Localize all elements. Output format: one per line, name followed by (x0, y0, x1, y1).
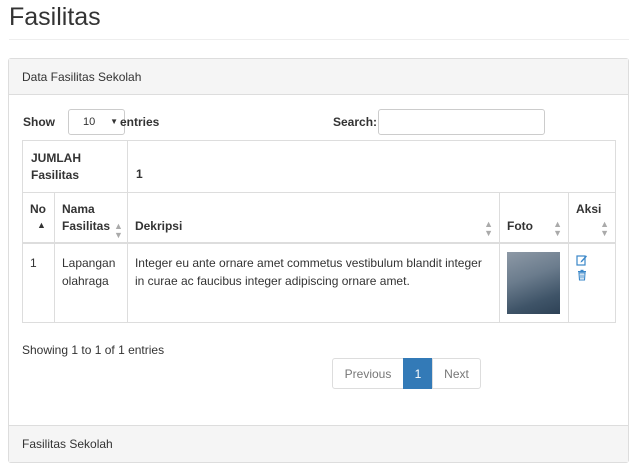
column-header-dekripsi[interactable]: Dekripsi ▲ ▼ (126, 192, 501, 244)
summary-table: JUMLAH Fasilitas 1 (22, 140, 616, 193)
chevron-down-icon: ▼ (110, 117, 118, 126)
cell-deskripsi: Integer eu ante ornare amet commetus ves… (126, 242, 501, 323)
sort-icon: ▲ ▼ (484, 219, 493, 238)
column-header-dekripsi-label: Dekripsi (134, 219, 183, 233)
pagination-page-1[interactable]: 1 (403, 358, 433, 389)
cell-no: 1 (22, 242, 55, 323)
panel-footer: Fasilitas Sekolah (9, 425, 628, 462)
column-header-nama[interactable]: Nama Fasilitas ▲ ▼ (53, 192, 128, 244)
column-header-no-label: No (30, 202, 46, 216)
summary-label: JUMLAH Fasilitas (22, 140, 128, 193)
sort-icon: ▲ ▼ (553, 219, 562, 238)
facilities-table: No ▲ Nama Fasilitas ▲ ▼ Dekripsi ▲ ▼ Foto … (22, 192, 617, 323)
entries-length-select[interactable]: 10 ▼ (68, 109, 125, 135)
table-info: Showing 1 to 1 of 1 entries (22, 343, 165, 357)
column-header-no[interactable]: No ▲ (22, 192, 55, 244)
table-header-row: No ▲ Nama Fasilitas ▲ ▼ Dekripsi ▲ ▼ Foto … (22, 192, 617, 244)
pagination-next-button[interactable]: Next (432, 358, 481, 389)
cell-nama: Lapangan olahraga (53, 242, 128, 323)
facilities-panel: Data Fasilitas Sekolah Show 10 ▼ entries… (8, 58, 629, 463)
cell-aksi (567, 242, 617, 323)
column-header-foto[interactable]: Foto ▲ ▼ (499, 192, 569, 244)
facility-photo-thumbnail[interactable] (507, 251, 560, 314)
title-divider (9, 39, 629, 40)
panel-heading: Data Fasilitas Sekolah (9, 59, 628, 95)
entries-label: entries (120, 115, 160, 129)
trash-icon[interactable] (576, 269, 609, 284)
column-header-aksi-label: Aksi (575, 202, 602, 216)
sort-icon: ▲ ▼ (113, 221, 123, 240)
show-label: Show (23, 115, 55, 129)
page-title: Fasilitas (9, 3, 101, 31)
entries-length-value: 10 (83, 116, 96, 128)
column-header-aksi[interactable]: Aksi ▲ ▼ (567, 192, 617, 244)
search-label: Search: (333, 115, 378, 129)
column-header-foto-label: Foto (507, 219, 533, 233)
table-row: 1 Lapangan olahraga Integer eu ante orna… (22, 242, 617, 323)
column-header-nama-label: Nama Fasilitas (61, 202, 111, 233)
pagination: Previous 1 Next (332, 358, 481, 389)
sort-asc-icon: ▲ (37, 220, 46, 230)
summary-label-text: JUMLAH Fasilitas (31, 150, 81, 182)
pagination-previous-button[interactable]: Previous (332, 358, 404, 389)
summary-row: JUMLAH Fasilitas 1 (22, 140, 616, 193)
search-input[interactable] (378, 109, 545, 135)
summary-value: 1 (127, 140, 616, 193)
sort-icon: ▲ ▼ (600, 219, 609, 238)
cell-foto (499, 242, 569, 323)
edit-icon[interactable] (576, 254, 609, 269)
